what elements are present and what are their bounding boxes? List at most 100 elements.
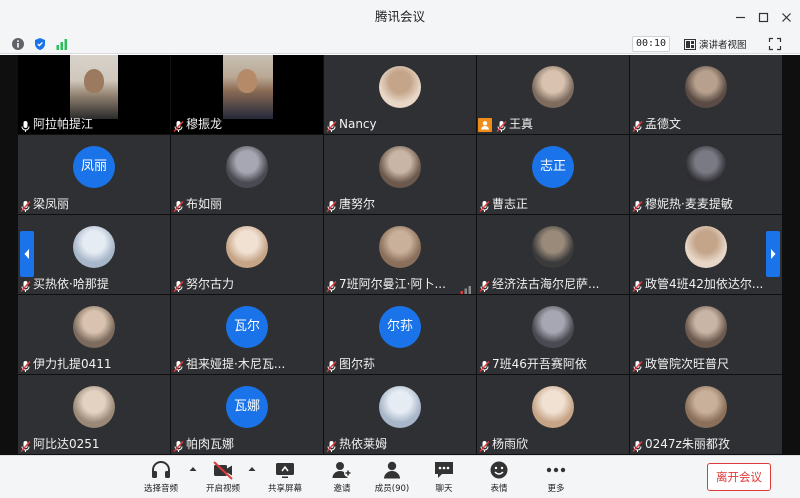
participant-avatar: [73, 306, 115, 348]
participant-avatar: [379, 226, 421, 268]
participant-name-row: 穆振龙: [172, 116, 222, 133]
participant-name-row: 王真: [478, 116, 533, 133]
more-label: 更多: [547, 484, 565, 494]
participant-name-row: 帕肉瓦娜: [172, 436, 234, 453]
participant-name-row: 0247z朱丽都孜: [631, 436, 730, 453]
participant-tile[interactable]: 凤丽 梁凤丽: [18, 135, 170, 214]
start-video-label: 开启视频: [205, 484, 240, 494]
mic-muted-icon: [325, 278, 338, 292]
participant-avatar: [685, 306, 727, 348]
meeting-toolbar: 选择音频 开启视频 共享屏幕 邀请 成员(90) 聊天 表情 更多 离开会议: [0, 455, 800, 498]
participant-tile[interactable]: 唐努尔: [324, 135, 476, 214]
speaker-view-button[interactable]: 演讲者视图: [684, 36, 756, 52]
participant-avatar: [379, 146, 421, 188]
participant-tile[interactable]: 政管4班42加依达尔...: [630, 215, 782, 294]
info-icon[interactable]: [11, 37, 25, 51]
network-signal-icon[interactable]: [55, 37, 69, 51]
invite-button[interactable]: 邀请: [326, 460, 358, 496]
mic-muted-icon: [631, 198, 644, 212]
members-button[interactable]: 成员(90): [372, 460, 412, 496]
participant-tile[interactable]: 穆振龙: [171, 55, 323, 134]
share-screen-button[interactable]: 共享屏幕: [263, 460, 307, 496]
participant-name: 穆振龙: [186, 117, 223, 131]
participant-name-row: 穆妮热·麦麦提敏: [631, 196, 733, 213]
mic-muted-icon: [172, 118, 185, 132]
participant-tile[interactable]: 杨雨欣: [477, 375, 629, 454]
speaker-view-label: 演讲者视图: [699, 40, 747, 51]
close-icon[interactable]: [776, 7, 796, 27]
fullscreen-icon[interactable]: [768, 37, 782, 51]
participant-tile[interactable]: 王真: [477, 55, 629, 134]
shield-icon[interactable]: [33, 37, 47, 51]
participant-name-row: 梁凤丽: [19, 196, 69, 213]
select-audio-label: 选择音频: [143, 484, 178, 494]
participant-name-row: 政管4班42加依达尔...: [631, 276, 763, 293]
maximize-icon[interactable]: [753, 7, 773, 27]
participant-tile[interactable]: 阿比达0251: [18, 375, 170, 454]
participant-tile[interactable]: 经济法古海尔尼萨...: [477, 215, 629, 294]
participant-name-row: 布如丽: [172, 196, 222, 213]
participant-name: 买热依·哈那提: [33, 277, 109, 291]
mic-muted-icon: [478, 358, 491, 372]
participant-name: 阿比达0251: [33, 437, 100, 451]
participant-tile[interactable]: 热依莱姆: [324, 375, 476, 454]
start-video-button[interactable]: 开启视频: [200, 460, 246, 496]
participant-tile[interactable]: 7班46开吾赛阿依: [477, 295, 629, 374]
previous-page-button[interactable]: [20, 231, 34, 277]
invite-label: 邀请: [333, 484, 351, 494]
next-page-button[interactable]: [766, 231, 780, 277]
reactions-label: 表情: [490, 484, 508, 494]
participant-tile[interactable]: 布如丽: [171, 135, 323, 214]
participant-avatar: [685, 66, 727, 108]
participant-name-row: 伊力扎提0411: [19, 356, 112, 373]
participant-tile[interactable]: 伊力扎提0411: [18, 295, 170, 374]
participant-tile[interactable]: 买热依·哈那提: [18, 215, 170, 294]
participant-avatar-initials: 尔荪: [379, 306, 421, 348]
chat-button[interactable]: 聊天: [428, 460, 460, 496]
participant-name: 唐努尔: [339, 197, 376, 211]
participant-tile[interactable]: 努尔古力: [171, 215, 323, 294]
participant-name-row: 孟德文: [631, 116, 681, 133]
participant-tile[interactable]: 穆妮热·麦麦提敏: [630, 135, 782, 214]
participant-name-row: 唐努尔: [325, 196, 375, 213]
audio-options-chevron-icon[interactable]: [189, 466, 197, 472]
participant-tile[interactable]: 尔荪 图尔荪: [324, 295, 476, 374]
participant-avatar: [685, 226, 727, 268]
mic-muted-icon: [325, 358, 338, 372]
select-audio-button[interactable]: 选择音频: [138, 460, 184, 496]
headset-icon: [152, 461, 170, 478]
share-screen-icon: [276, 463, 294, 478]
participant-tile[interactable]: Nancy: [324, 55, 476, 134]
participant-tile[interactable]: 瓦娜 帕肉瓦娜: [171, 375, 323, 454]
participant-tile[interactable]: 7班阿尔曼江·阿卜...: [324, 215, 476, 294]
participant-avatar: [73, 386, 115, 428]
leave-meeting-button[interactable]: 离开会议: [707, 463, 771, 491]
participant-tile[interactable]: 阿拉帕提江: [18, 55, 170, 134]
host-badge-icon: [478, 117, 492, 132]
more-button[interactable]: 更多: [540, 460, 572, 496]
participant-name: 努尔古力: [186, 277, 235, 291]
participant-name: 王真: [509, 117, 534, 131]
mic-muted-icon: [325, 198, 338, 212]
minimize-icon[interactable]: [730, 7, 750, 27]
participant-name-row: 曹志正: [478, 196, 528, 213]
window-title: 腾讯会议: [374, 9, 425, 24]
participant-name: 帕肉瓦娜: [186, 437, 235, 451]
chevron-right-icon: [771, 249, 776, 259]
participant-avatar: [73, 226, 115, 268]
participant-name: 梁凤丽: [33, 197, 70, 211]
participant-avatar-initials: 志正: [532, 146, 574, 188]
participant-tile[interactable]: 0247z朱丽都孜: [630, 375, 782, 454]
mic-muted-icon: [631, 278, 644, 292]
reactions-button[interactable]: 表情: [483, 460, 515, 496]
mic-muted-icon: [631, 358, 644, 372]
chat-label: 聊天: [435, 484, 453, 494]
video-options-chevron-icon[interactable]: [248, 466, 256, 472]
participant-tile[interactable]: 政管院次旺普尺: [630, 295, 782, 374]
participant-tile[interactable]: 瓦尔 祖来娅提·木尼瓦...: [171, 295, 323, 374]
participant-name: 祖来娅提·木尼瓦...: [186, 357, 286, 371]
participant-tile[interactable]: 孟德文: [630, 55, 782, 134]
participant-tile[interactable]: 志正 曹志正: [477, 135, 629, 214]
participant-name: 伊力扎提0411: [33, 357, 112, 371]
participant-name: 政管院次旺普尺: [645, 357, 730, 371]
